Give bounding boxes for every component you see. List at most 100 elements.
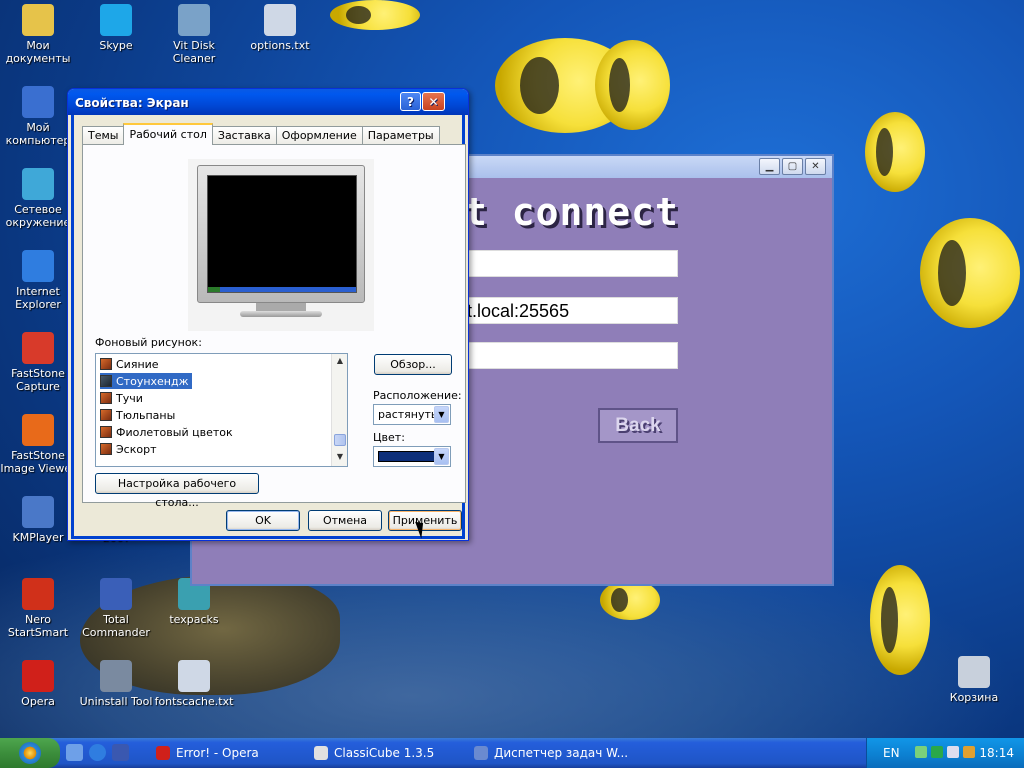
wallpaper-name: Фиолетовый цветок [116, 425, 233, 439]
wallpaper-fish [595, 40, 670, 130]
help-icon[interactable]: ? [400, 92, 421, 111]
wallpaper-list-item[interactable]: Фиолетовый цветок [100, 424, 236, 440]
minimize-icon[interactable]: ▁ [759, 158, 780, 175]
media-icon[interactable] [112, 744, 129, 761]
desktop-icon[interactable]: Vit Disk Cleaner [154, 4, 234, 65]
close-icon[interactable]: ✕ [422, 92, 445, 111]
browse-button[interactable]: Обзор... [374, 354, 452, 375]
wallpaper-list-item[interactable]: Эскорт [100, 441, 160, 457]
desktop-icon-label: Nero StartSmart [7, 613, 69, 639]
desktop-icon[interactable]: Opera [0, 660, 78, 708]
language-indicator[interactable]: EN [883, 746, 900, 760]
display-properties-dialog[interactable]: Свойства: Экран ? ✕ Темы Рабочий стол Заст… [67, 88, 469, 541]
volume-tray-icon[interactable] [947, 746, 959, 758]
desktop-icon[interactable]: Total Commander [76, 578, 156, 639]
antivirus-tray-icon[interactable] [931, 746, 943, 758]
internet-explorer-icon [22, 250, 54, 282]
classicube-icon [314, 746, 328, 760]
dialog-title: Свойства: Экран [75, 96, 189, 110]
background-label: Фоновый рисунок: [95, 336, 202, 349]
monitor-icon [197, 165, 365, 303]
wallpaper-name: Стоунхендж [116, 374, 189, 388]
desktop-icon[interactable]: Nero StartSmart [0, 578, 78, 639]
wallpaper-name: Тучи [116, 391, 143, 405]
windows-logo-icon [19, 742, 41, 764]
close-icon[interactable]: ✕ [805, 158, 826, 175]
desktop-icon-label: Opera [21, 695, 55, 708]
ok-button[interactable]: OK [226, 510, 300, 531]
recycle-bin-icon [958, 656, 990, 688]
cancel-button[interactable]: Отмена [308, 510, 382, 531]
internet-explorer-icon[interactable] [89, 744, 106, 761]
wallpaper-list-item[interactable]: Тюльпаны [100, 407, 178, 423]
color-picker[interactable]: ▼ [373, 446, 451, 467]
port-field[interactable] [462, 342, 678, 369]
uninstall-tool-icon [100, 660, 132, 692]
text-file-icon [178, 660, 210, 692]
desktop-icon[interactable]: Uninstall Tool [76, 660, 156, 708]
desktop-icon-label: fontscache.txt [154, 695, 234, 708]
kmplayer-icon [22, 496, 54, 528]
maximize-icon[interactable]: ▢ [782, 158, 803, 175]
desktop-icon[interactable]: Skype [76, 4, 156, 52]
wallpaper-name: Сияние [116, 357, 159, 371]
tab-0[interactable]: Темы [82, 126, 125, 145]
tab-4[interactable]: Параметры [361, 126, 440, 145]
network-tray-icon[interactable] [915, 746, 927, 758]
taskbar-button[interactable]: Диспетчер задач W... [468, 741, 634, 765]
desktop-icon-label: Total Commander [82, 613, 150, 639]
update-tray-icon[interactable] [963, 746, 975, 758]
text-file-icon [264, 4, 296, 36]
username-field[interactable] [462, 250, 678, 277]
desktop-icon[interactable]: options.txt [240, 4, 320, 52]
tab-2[interactable]: Заставка [211, 126, 277, 145]
desktop-icon[interactable]: fontscache.txt [154, 660, 234, 708]
position-select[interactable]: растянуть ▼ [373, 404, 451, 425]
tab-3[interactable]: Оформление [275, 126, 363, 145]
desktop-icon[interactable]: Мои документы [0, 4, 78, 65]
image-thumbnail-icon [100, 375, 112, 387]
image-thumbnail-icon [100, 392, 112, 404]
chevron-down-icon[interactable]: ▼ [434, 406, 449, 423]
taskbar: Error! - Opera ClassiCube 1.3.5 Диспетчер … [0, 738, 1024, 768]
taskbar-button[interactable]: ClassiCube 1.3.5 [308, 741, 440, 765]
desktop-icon-label: Skype [99, 39, 133, 52]
wallpaper-name: Эскорт [116, 442, 157, 456]
dialog-titlebar[interactable]: Свойства: Экран ? ✕ [68, 89, 468, 115]
taskbar-button-label: ClassiCube 1.3.5 [334, 746, 435, 760]
wallpaper-list-item[interactable]: Тучи [100, 390, 146, 406]
show-desktop-icon[interactable] [66, 744, 83, 761]
desktop-icon[interactable]: Корзина [934, 656, 1014, 704]
color-label: Цвет: [373, 431, 405, 444]
wallpaper-fish [870, 565, 930, 675]
customize-desktop-button[interactable]: Настройка рабочего стола... [95, 473, 259, 509]
desktop-preview [188, 159, 374, 331]
wallpaper-list-scrollbar[interactable]: ▲ ▼ [331, 354, 347, 466]
wallpaper-list-item[interactable]: Стоунхендж [100, 373, 192, 389]
start-button[interactable] [0, 738, 60, 768]
desktop-icon-label: Мои документы [5, 39, 71, 65]
clock[interactable]: 18:14 [979, 746, 1014, 760]
back-button[interactable]: Back [598, 408, 678, 443]
dialog-body: Темы Рабочий стол Заставка Оформление Параме… [71, 115, 466, 539]
scroll-up-icon[interactable]: ▲ [334, 356, 346, 365]
wallpaper-list[interactable]: Сияние Стоунхендж Тучи Тюльпаны Фиолетовый ц… [95, 353, 348, 467]
nero-icon [22, 578, 54, 610]
wallpaper-fish [600, 580, 660, 620]
scroll-thumb[interactable] [334, 434, 346, 446]
image-thumbnail-icon [100, 358, 112, 370]
server-address-field[interactable]: t.local:25565 [462, 297, 678, 324]
wallpaper-fish [865, 112, 925, 192]
taskbar-button[interactable]: Error! - Opera [150, 741, 265, 765]
tab-1[interactable]: Рабочий стол [123, 123, 213, 145]
system-tray: EN 18:14 [866, 738, 1024, 768]
image-thumbnail-icon [100, 443, 112, 455]
scroll-down-icon[interactable]: ▼ [334, 452, 346, 461]
disk-cleaner-icon [178, 4, 210, 36]
desktop-icon-label: Vit Disk Cleaner [172, 39, 216, 65]
taskbar-button-label: Диспетчер задач W... [494, 746, 629, 760]
wallpaper-list-item[interactable]: Сияние [100, 356, 162, 372]
chevron-down-icon[interactable]: ▼ [434, 448, 449, 465]
image-thumbnail-icon [100, 409, 112, 421]
skype-icon [100, 4, 132, 36]
